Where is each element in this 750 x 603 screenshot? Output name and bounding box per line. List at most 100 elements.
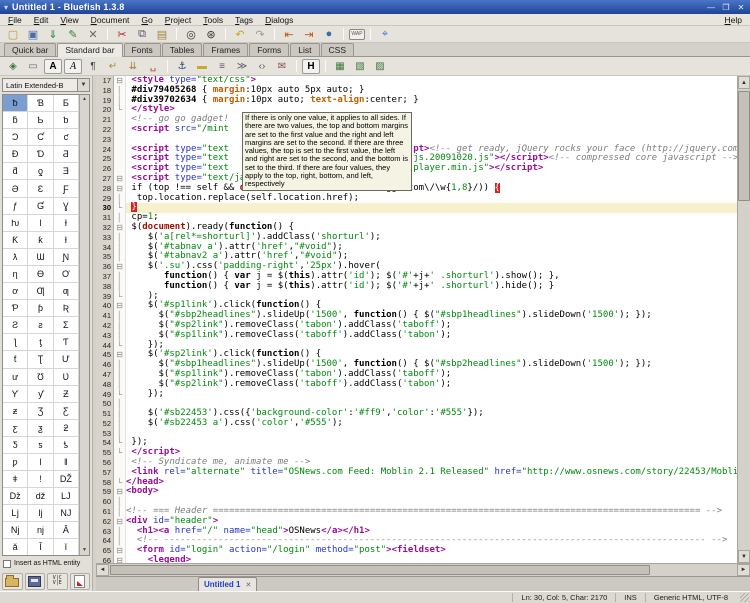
charmap-cell[interactable]: ƌ <box>3 163 28 180</box>
charmap-cell[interactable]: ǃ <box>28 471 53 488</box>
charmap-cell[interactable]: ǁ <box>54 454 79 471</box>
scroll-up-icon[interactable]: ▲ <box>738 76 750 89</box>
resize-grip[interactable] <box>740 593 749 602</box>
sidebar-tab-file-browser[interactable] <box>2 573 23 590</box>
charmap-cell[interactable]: Ƙ <box>3 232 28 249</box>
charmap-cell[interactable]: Ƴ <box>3 386 28 403</box>
charmap-cell[interactable]: Ǆ <box>54 471 79 488</box>
charmap-cell[interactable]: Ơ <box>54 266 79 283</box>
fold-toggle-icon[interactable]: ⊟ <box>114 184 125 194</box>
comment-button[interactable]: ‹› <box>253 59 271 74</box>
tab-frames[interactable]: Frames <box>203 43 248 56</box>
tab-untitled-1[interactable]: Untitled 1 ✕ <box>198 577 257 591</box>
multi-thumbnail-button[interactable]: ▨ <box>371 59 389 74</box>
tab-list[interactable]: List <box>290 43 319 56</box>
charmap-cell[interactable]: Ǉ <box>54 488 79 505</box>
charmap-cell[interactable]: Ɨ <box>54 215 79 232</box>
charmap-cell[interactable]: Ƃ <box>54 95 79 112</box>
charmap-cell[interactable]: ǐ <box>54 539 79 555</box>
charmap-cell[interactable]: ǆ <box>28 488 53 505</box>
close-window-icon[interactable]: ✕ <box>736 3 746 12</box>
charmap-cell[interactable]: ƛ <box>3 249 28 266</box>
charmap-cell[interactable]: ƨ <box>28 317 53 334</box>
fold-toggle-icon[interactable]: ⊟ <box>114 223 125 233</box>
menu-file[interactable]: File <box>2 15 28 25</box>
charmap-cell[interactable]: ƾ <box>54 437 79 454</box>
charmap-cell[interactable]: Ƒ <box>54 180 79 197</box>
menu-edit[interactable]: Edit <box>28 15 55 25</box>
indent-button[interactable]: ⇥ <box>300 27 318 42</box>
anchor-button[interactable]: ⚓ <box>173 59 191 74</box>
insert-entity-option[interactable]: Insert as HTML entity <box>0 556 92 571</box>
menu-document[interactable]: Document <box>85 15 136 25</box>
scroll-up-icon[interactable]: ▲ <box>82 95 87 104</box>
charmap-cell[interactable]: Ɠ <box>28 198 53 215</box>
charset-dropdown[interactable]: Latin Extended-B <box>2 78 78 92</box>
close-button[interactable]: ✕ <box>84 27 102 42</box>
paragraph-button[interactable]: ¶ <box>84 59 102 74</box>
charmap-cell[interactable]: Ʈ <box>28 351 53 368</box>
charmap-cell[interactable]: ƣ <box>54 283 79 300</box>
fold-toggle-icon[interactable]: ⊟ <box>114 556 125 563</box>
sidebar-tab-character-map[interactable]: V|C V|E <box>47 573 68 590</box>
find-button[interactable]: ◎ <box>182 27 200 42</box>
bold-button[interactable]: A <box>44 59 62 74</box>
wap-preview-button[interactable]: WAP <box>349 29 365 40</box>
charmap-cell[interactable]: ƴ <box>28 386 53 403</box>
charmap-cell[interactable]: ƅ <box>54 112 79 129</box>
title-bar[interactable]: ▾ Untitled 1 - Bluefish 1.3.8 — ❐ ✕ <box>0 0 750 14</box>
charmap-cell[interactable]: Ǝ <box>54 163 79 180</box>
menu-view[interactable]: View <box>54 15 84 25</box>
dropdown-arrow-icon[interactable]: ▼ <box>78 78 90 92</box>
body-tag-button[interactable]: ▭ <box>24 59 42 74</box>
find-replace-button[interactable]: ⊛ <box>202 27 220 42</box>
undo-button[interactable]: ↶ <box>231 27 249 42</box>
sidebar-tab-reference-browser[interactable] <box>25 573 46 590</box>
heading-button[interactable]: H <box>302 59 320 74</box>
vertical-scroll-thumb[interactable] <box>738 91 750 201</box>
charmap-cell[interactable]: Ɯ <box>28 249 53 266</box>
fold-toggle-icon[interactable]: ⊟ <box>114 76 125 86</box>
charmap-cell[interactable]: ƹ <box>3 420 28 437</box>
non-breaking-space-button[interactable]: ␣ <box>144 59 162 74</box>
charmap-cell[interactable]: Ʋ <box>54 369 79 386</box>
charmap-cell[interactable]: Ɣ <box>54 198 79 215</box>
right-justify-button[interactable]: ≫ <box>233 59 251 74</box>
horizontal-scrollbar[interactable]: ◄ ► <box>96 563 750 576</box>
menu-help[interactable]: Help <box>719 15 748 25</box>
charmap-cell[interactable]: ƫ <box>28 334 53 351</box>
charmap-cell[interactable]: ǀ <box>28 454 53 471</box>
charmap-cell[interactable]: ƚ <box>54 232 79 249</box>
copy-button[interactable]: ⧉ <box>133 27 151 42</box>
menu-dialogs[interactable]: Dialogs <box>259 15 299 25</box>
charmap-cell[interactable]: Ɔ <box>3 129 28 146</box>
fold-toggle-icon[interactable]: ⊟ <box>114 262 125 272</box>
charmap-cell[interactable]: Ƌ <box>54 146 79 163</box>
menu-project[interactable]: Project <box>159 15 197 25</box>
tab-css[interactable]: CSS <box>321 43 354 56</box>
charmap-cell[interactable]: ư <box>3 369 28 386</box>
charmap-cell[interactable]: Ǐ <box>28 539 53 555</box>
charmap-cell[interactable]: ƶ <box>3 403 28 420</box>
insert-image-button[interactable]: ▦ <box>331 59 349 74</box>
menu-go[interactable]: Go <box>135 15 158 25</box>
charmap-cell[interactable]: ƭ <box>3 351 28 368</box>
tab-forms[interactable]: Forms <box>249 43 289 56</box>
charmap-cell[interactable]: ƈ <box>54 129 79 146</box>
charmap-cell[interactable]: Ʊ <box>28 369 53 386</box>
fullscreen-navigate-button[interactable]: ⌖ <box>376 27 394 42</box>
save-as-button[interactable]: ✎ <box>64 27 82 42</box>
charmap-cell[interactable]: Ƨ <box>3 317 28 334</box>
cut-button[interactable]: ✂ <box>113 27 131 42</box>
email-button[interactable]: ✉ <box>273 59 291 74</box>
charmap-cell[interactable]: Ƽ <box>3 437 28 454</box>
charmap-cell[interactable]: ƀ <box>3 95 28 112</box>
scroll-right-icon[interactable]: ► <box>737 564 750 576</box>
charmap-cell[interactable]: ǅ <box>3 488 28 505</box>
charmap-cell[interactable]: ǌ <box>28 522 53 539</box>
scroll-down-icon[interactable]: ▼ <box>82 546 87 555</box>
charmap-cell[interactable]: Ʒ <box>28 403 53 420</box>
charmap-cell[interactable]: Ʃ <box>54 317 79 334</box>
menu-tags[interactable]: Tags <box>229 15 259 25</box>
new-file-button[interactable]: ▢ <box>4 27 22 42</box>
